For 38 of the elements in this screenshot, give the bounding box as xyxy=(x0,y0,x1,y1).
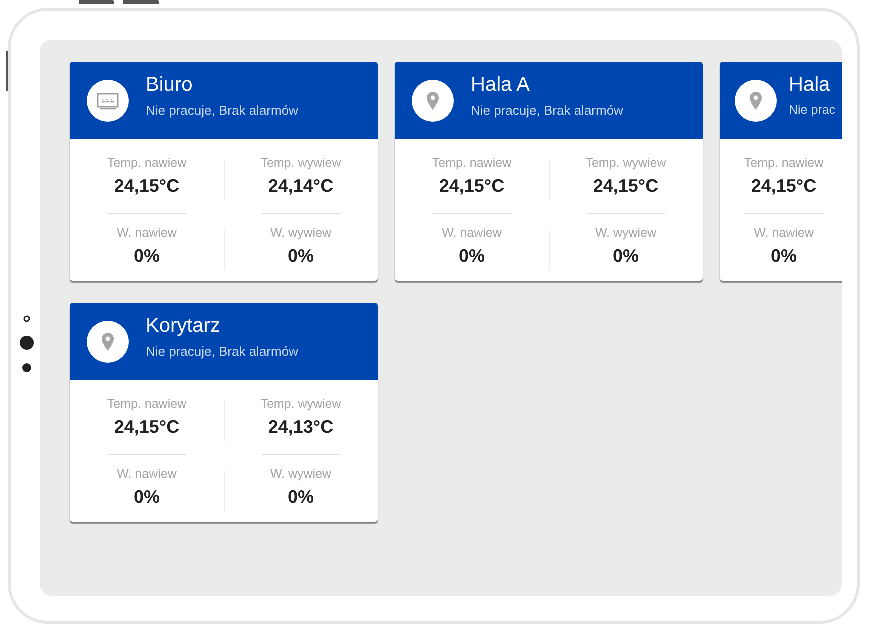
metric-value: 0% xyxy=(458,246,485,267)
metric-label: W. wywiew xyxy=(595,226,657,240)
metric-label: Temp. nawiew xyxy=(744,156,824,170)
metric-value: 0% xyxy=(612,246,639,267)
metric-value: 0% xyxy=(770,246,797,267)
metric-label: W. wywiew xyxy=(270,467,332,481)
metric-value: 24,14°C xyxy=(268,176,334,197)
metric-label: W. nawiew xyxy=(442,226,502,240)
status-text: Nie prac xyxy=(789,103,836,117)
metric-value: 0% xyxy=(288,487,314,508)
card-title: Hala xyxy=(789,74,832,97)
metric-label: W. wywiew xyxy=(270,226,332,240)
metric-value: 24,15°C xyxy=(593,176,659,197)
metric-value: 24,15°C xyxy=(751,176,817,197)
metric-label: Temp. nawiew xyxy=(432,156,512,170)
card-title: Biuro xyxy=(146,74,194,96)
metric-label: W. nawiew xyxy=(117,226,177,240)
metric-label: Temp. nawiew xyxy=(107,397,187,411)
metric-label: W. nawiew xyxy=(117,467,177,481)
metric-value: 24,15°C xyxy=(114,176,180,197)
metric-value: 24,15°C xyxy=(439,176,505,197)
metric-value: 0% xyxy=(288,246,314,267)
metric-label: Temp. nawiew xyxy=(107,156,187,170)
metric-value: 0% xyxy=(134,246,160,267)
card-title: Hala A xyxy=(471,74,531,96)
metric-label: W. nawiew xyxy=(754,226,814,240)
metric-value: 24,15°C xyxy=(114,417,180,438)
card-title: Korytarz xyxy=(146,314,222,338)
power-button-icon xyxy=(79,0,114,4)
volume-button-icon xyxy=(123,0,159,4)
metric-label: Temp. wywiew xyxy=(260,156,342,170)
metric-label: Temp. wywiew xyxy=(586,156,666,170)
metric-value: 24,13°C xyxy=(268,417,334,438)
metric-value: 0% xyxy=(134,487,160,508)
status-text: Nie pracuje, Brak alarmów xyxy=(471,102,624,118)
metric-label: Temp. wywiew xyxy=(260,397,342,411)
status-text: Nie pracuje, Brak alarmów xyxy=(146,102,298,118)
status-text: Nie pracuje, Brak alarmów xyxy=(146,344,298,358)
